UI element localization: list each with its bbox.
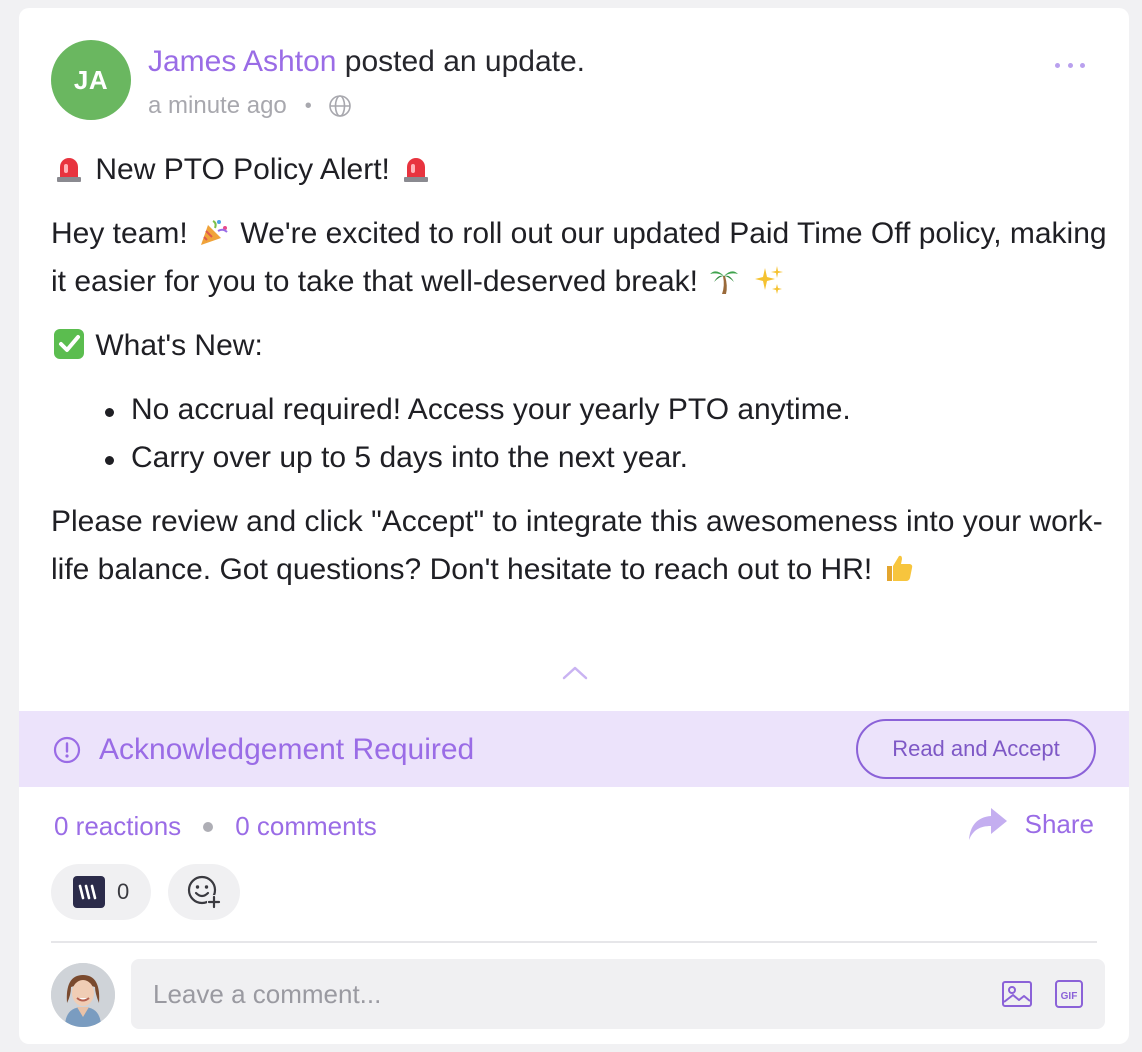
- thumbs-up-icon: [886, 555, 912, 581]
- more-options-button[interactable]: [1055, 58, 1085, 72]
- closing-text: Please review and click "Accept" to inte…: [51, 505, 1103, 586]
- reaction-count: 0: [117, 879, 130, 904]
- reactions-count-link[interactable]: 0 reactions: [54, 811, 181, 842]
- post-headline: James Ashton posted an update.: [148, 45, 585, 79]
- whats-new-label: What's New:: [95, 329, 263, 362]
- comment-input[interactable]: [153, 978, 973, 1010]
- acknowledgement-label: Acknowledgement Required: [99, 733, 475, 766]
- current-user-avatar[interactable]: [51, 963, 115, 1027]
- author-avatar[interactable]: JA: [51, 40, 131, 120]
- image-upload-icon[interactable]: [1001, 978, 1033, 1010]
- comment-box: GIF: [131, 959, 1105, 1029]
- post-title: New PTO Policy Alert!: [51, 146, 1111, 194]
- check-mark-button-icon: [54, 329, 84, 359]
- post-intro-paragraph: Hey team! We're excited to roll out our …: [51, 210, 1111, 306]
- palm-tree-icon: [710, 271, 739, 294]
- share-label: Share: [1024, 808, 1094, 839]
- share-arrow-icon: [968, 808, 1007, 840]
- post-meta: a minute ago •: [148, 92, 352, 120]
- post-closing-paragraph: Please review and click "Accept" to inte…: [51, 498, 1111, 594]
- more-dot-icon: [1055, 62, 1060, 68]
- comments-count-link[interactable]: 0 comments: [235, 811, 377, 842]
- alert-circle-icon: [53, 736, 81, 764]
- share-button[interactable]: Share: [967, 806, 1094, 842]
- list-item: No accrual required! Access your yearly …: [99, 386, 1111, 434]
- read-and-accept-button[interactable]: Read and Accept: [856, 719, 1096, 779]
- globe-icon: [328, 95, 351, 117]
- more-dot-icon: [1067, 62, 1073, 68]
- party-popper-icon: [201, 220, 228, 245]
- list-item: Carry over up to 5 days into the next ye…: [99, 434, 1111, 482]
- rotating-light-icon: [57, 158, 81, 182]
- comment-divider: [51, 941, 1097, 943]
- post-action-text: posted an update.: [344, 45, 585, 78]
- workvivo-reaction-icon: [73, 876, 105, 908]
- more-dot-icon: [1080, 62, 1085, 68]
- post-title-text: New PTO Policy Alert!: [95, 153, 390, 186]
- gif-label: GIF: [1061, 991, 1078, 1002]
- add-reaction-button[interactable]: [168, 864, 240, 920]
- post-timestamp[interactable]: a minute ago: [148, 92, 287, 120]
- acknowledgement-bar: Acknowledgement Required Read and Accept: [19, 711, 1129, 787]
- post-card: JA James Ashton posted an update. a minu…: [19, 8, 1129, 1044]
- post-stats: 0 reactions 0 comments: [54, 811, 377, 842]
- sparkles-icon: [754, 266, 783, 294]
- collapse-chevron-icon[interactable]: [560, 663, 590, 683]
- author-name-link[interactable]: James Ashton: [148, 45, 336, 78]
- meta-separator: •: [304, 94, 312, 117]
- whats-new-list: No accrual required! Access your yearly …: [99, 386, 1111, 482]
- rotating-light-icon: [404, 158, 429, 182]
- stats-separator: [203, 821, 214, 832]
- intro-greeting: Hey team!: [51, 217, 188, 250]
- add-emoji-icon: [187, 875, 221, 909]
- whats-new-heading: What's New:: [51, 322, 1111, 370]
- post-body: New PTO Policy Alert! Hey team! We're ex…: [51, 146, 1111, 610]
- reaction-pill[interactable]: 0: [51, 864, 151, 920]
- gif-icon[interactable]: GIF: [1053, 978, 1085, 1010]
